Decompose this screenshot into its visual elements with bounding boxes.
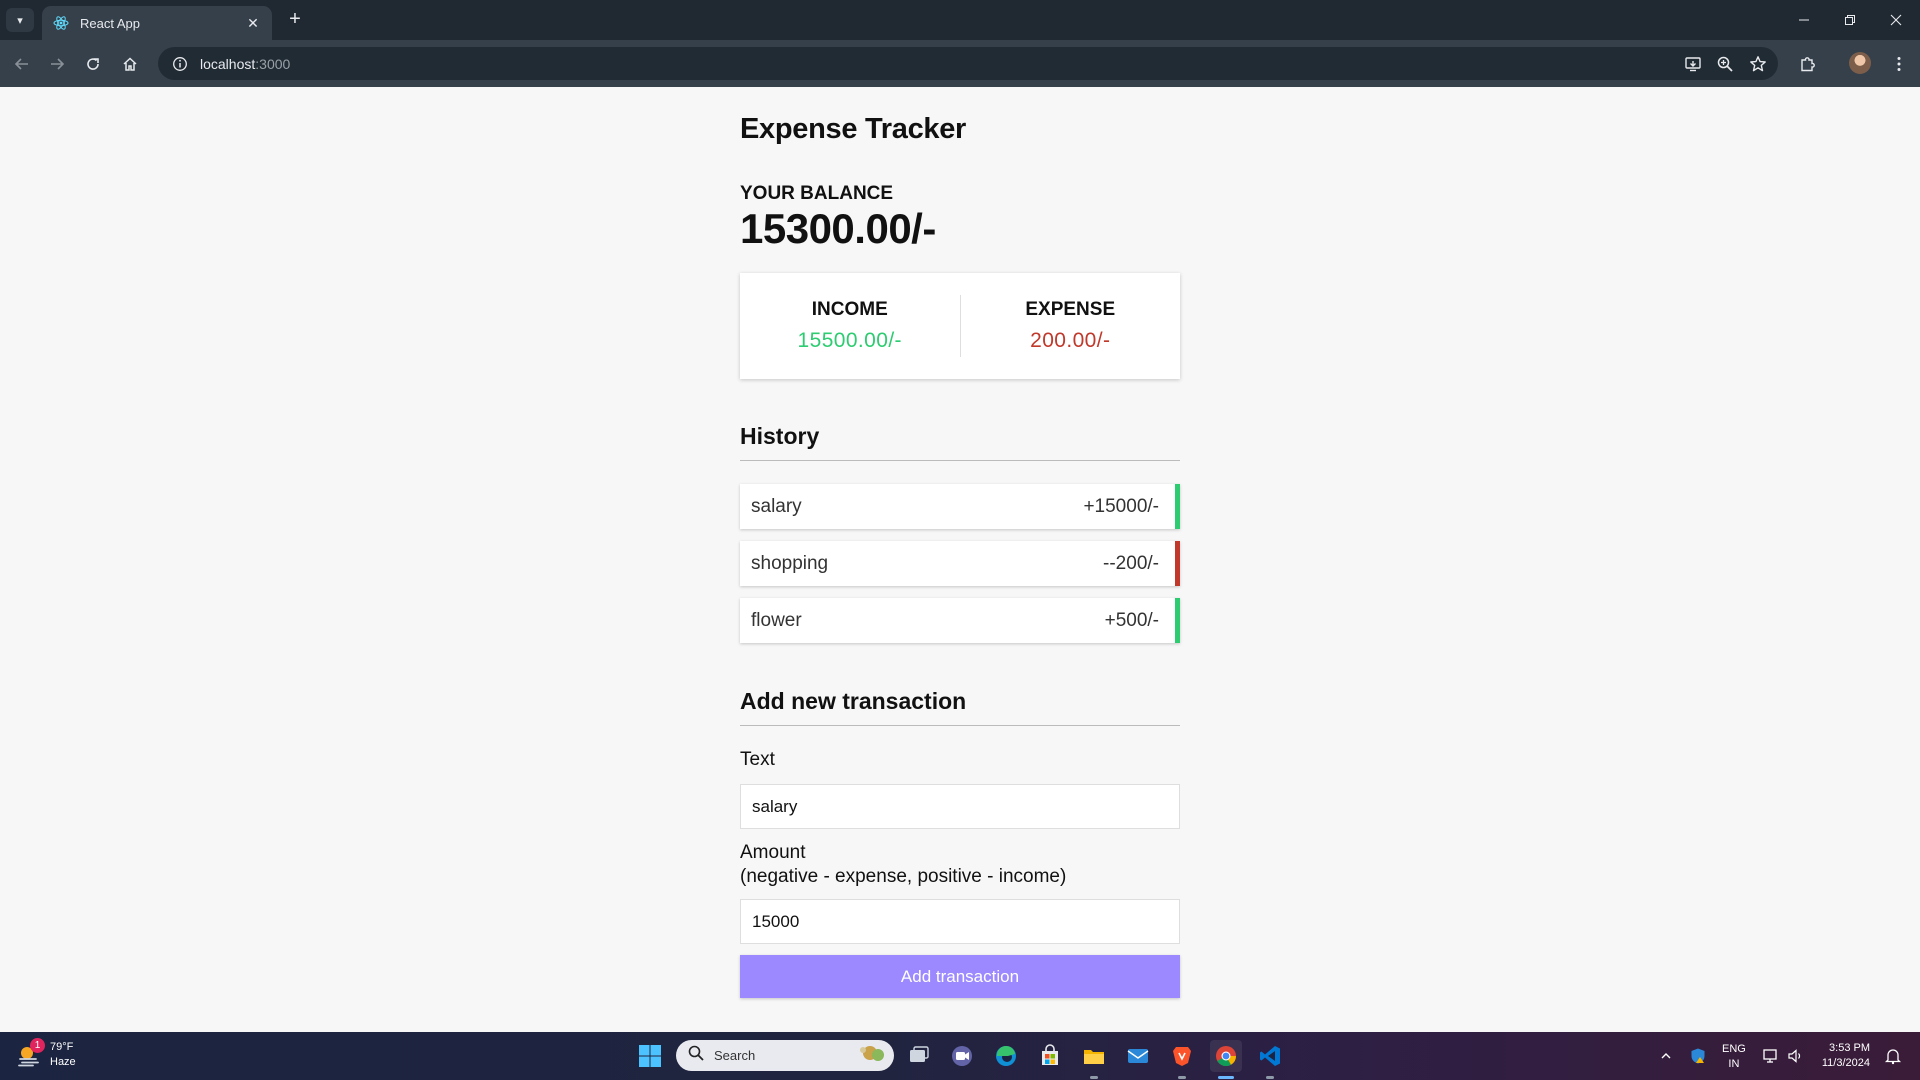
active-app-indicator	[1218, 1076, 1234, 1079]
forward-arrow-icon[interactable]	[43, 50, 71, 78]
network-icon[interactable]	[1760, 1040, 1782, 1072]
new-tab-plus-icon[interactable]: +	[282, 8, 308, 32]
search-icon	[688, 1045, 704, 1066]
history-item-text: flower	[751, 609, 802, 631]
react-favicon-icon	[52, 14, 70, 32]
amount-field-label: Amount (negative - expense, positive - i…	[740, 841, 1066, 889]
search-placeholder: Search	[714, 1048, 756, 1063]
page-title: Expense Tracker	[740, 113, 967, 145]
extensions-puzzle-icon[interactable]	[1796, 52, 1820, 76]
expense-label: EXPENSE	[1025, 299, 1116, 320]
browser-tab-strip: ▾ React App ✕ +	[0, 0, 1920, 40]
brave-browser-icon[interactable]	[1166, 1040, 1198, 1072]
url-host: localhost	[200, 55, 256, 72]
edge-browser-icon[interactable]	[990, 1040, 1022, 1072]
add-transaction-heading: Add new transaction	[740, 688, 1180, 726]
expense-column: EXPENSE 200.00/-	[961, 299, 1181, 353]
balance-value: 15300.00/-	[740, 205, 936, 252]
window-close-icon[interactable]	[1881, 8, 1911, 32]
volume-icon[interactable]	[1784, 1040, 1806, 1072]
text-input[interactable]	[740, 784, 1180, 829]
window-minimize-icon[interactable]	[1789, 8, 1819, 32]
profile-avatar[interactable]	[1849, 52, 1871, 74]
bookmark-star-icon[interactable]	[1746, 52, 1770, 76]
home-icon[interactable]	[116, 50, 144, 78]
region-code: IN	[1728, 1058, 1740, 1070]
task-view-icon[interactable]	[903, 1040, 935, 1072]
history-item-amount: +15000/-	[1083, 495, 1159, 517]
input-language-indicator[interactable]: ENG IN	[1722, 1042, 1746, 1072]
zoom-icon[interactable]	[1713, 52, 1737, 76]
search-highlight-icon	[848, 1042, 888, 1069]
install-app-icon[interactable]	[1681, 52, 1705, 76]
back-arrow-icon[interactable]	[8, 50, 36, 78]
tab-search-chevron-down-icon[interactable]: ▾	[6, 8, 34, 32]
tab-title: React App	[80, 15, 140, 31]
history-item-text: salary	[751, 495, 802, 517]
security-shield-icon[interactable]	[1686, 1040, 1710, 1072]
site-info-icon[interactable]	[172, 56, 188, 72]
show-hidden-icons-chevron-up-icon[interactable]	[1656, 1040, 1676, 1072]
income-column: INCOME 15500.00/-	[740, 299, 960, 353]
weather-widget[interactable]: 1 79°F Haze	[16, 1038, 76, 1070]
add-transaction-button[interactable]: Add transaction	[740, 955, 1180, 998]
clock-time: 3:53 PM	[1829, 1042, 1870, 1054]
teams-meet-icon[interactable]	[946, 1040, 978, 1072]
chrome-browser-icon[interactable]	[1210, 1040, 1242, 1072]
microsoft-store-icon[interactable]	[1034, 1040, 1066, 1072]
browser-menu-kebab-icon[interactable]	[1887, 52, 1911, 76]
windows-taskbar: 1 79°F Haze Search ENG IN 3:53 PM 11/3/2…	[0, 1032, 1920, 1080]
amount-input[interactable]	[740, 899, 1180, 944]
amount-label-text: Amount	[740, 842, 806, 863]
vscode-icon[interactable]	[1254, 1040, 1286, 1072]
running-app-indicator	[1178, 1076, 1186, 1079]
expense-value: 200.00/-	[1030, 329, 1111, 352]
browser-toolbar: localhost:3000	[0, 40, 1920, 87]
url-port: :3000	[255, 55, 291, 72]
reload-icon[interactable]	[79, 50, 107, 78]
amount-hint-text: (negative - expense, positive - income)	[740, 866, 1067, 887]
taskbar-clock[interactable]: 3:53 PM 11/3/2024	[1810, 1041, 1870, 1071]
file-explorer-folder-icon[interactable]	[1078, 1040, 1110, 1072]
weather-haze-icon: 1	[16, 1038, 45, 1068]
history-item[interactable]: salary +15000/-	[740, 484, 1180, 529]
weather-description: Haze	[50, 1056, 76, 1068]
income-label: INCOME	[811, 299, 888, 320]
history-list: salary +15000/- shopping --200/- flower …	[740, 484, 1180, 655]
running-app-indicator	[1090, 1076, 1098, 1079]
history-item[interactable]: flower +500/-	[740, 598, 1180, 643]
history-heading: History	[740, 423, 1180, 461]
windows-start-icon[interactable]	[634, 1040, 666, 1072]
history-item[interactable]: shopping --200/-	[740, 541, 1180, 586]
weather-temperature: 79°F	[50, 1041, 74, 1053]
history-item-text: shopping	[751, 552, 829, 574]
income-value: 15500.00/-	[797, 329, 902, 352]
notification-bell-icon[interactable]	[1882, 1040, 1904, 1072]
address-bar[interactable]: localhost:3000	[158, 47, 1778, 80]
balance-label: YOUR BALANCE	[740, 183, 894, 204]
text-field-label: Text	[740, 749, 775, 770]
tab-close-icon[interactable]: ✕	[244, 15, 262, 32]
weather-notification-badge: 1	[30, 1038, 45, 1053]
taskbar-search-box[interactable]: Search	[676, 1040, 894, 1071]
browser-tab-active[interactable]: React App ✕	[42, 6, 272, 40]
running-app-indicator	[1266, 1076, 1274, 1079]
language-code: ENG	[1722, 1043, 1746, 1055]
window-restore-icon[interactable]	[1835, 8, 1865, 32]
income-expense-card: INCOME 15500.00/- EXPENSE 200.00/-	[740, 273, 1180, 379]
history-item-amount: --200/-	[1103, 552, 1159, 574]
mail-icon[interactable]	[1122, 1040, 1154, 1072]
clock-date: 11/3/2024	[1821, 1057, 1870, 1069]
history-item-amount: +500/-	[1104, 609, 1159, 631]
